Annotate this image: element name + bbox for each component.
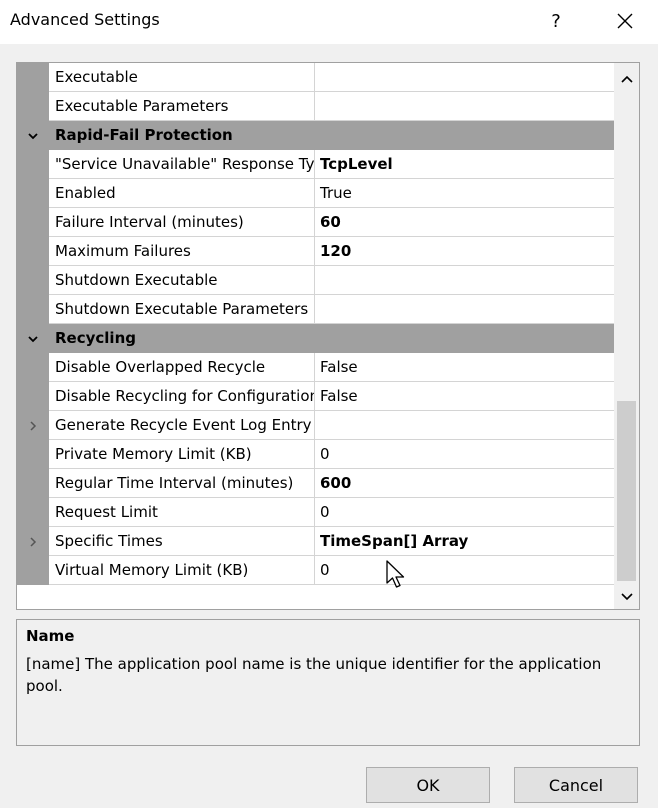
scroll-down-button[interactable] [614,584,639,609]
description-title: Name [26,627,75,645]
property-row[interactable]: Specific Times TimeSpan[] Array [17,527,614,556]
property-row[interactable]: Enabled True [17,179,614,208]
row-gutter [17,498,49,527]
property-row[interactable]: Shutdown Executable [17,266,614,295]
row-gutter [17,382,49,411]
ok-button[interactable]: OK [366,767,490,803]
property-value[interactable] [315,266,614,295]
category-expander[interactable] [17,324,49,353]
row-gutter [17,63,49,92]
property-row[interactable]: Executable [17,63,614,92]
property-name[interactable]: Executable [49,63,315,92]
chevron-down-icon [28,132,38,139]
property-row[interactable]: Generate Recycle Event Log Entry [17,411,614,440]
property-name[interactable]: Specific Times [49,527,315,556]
category-label: Rapid-Fail Protection [55,126,233,144]
property-value[interactable]: 120 [315,237,614,266]
property-grid: Executable Executable Parameters Rapid-Fai… [16,62,640,610]
property-name[interactable]: Request Limit [49,498,315,527]
property-value[interactable] [315,92,614,121]
mouse-cursor-icon [386,560,405,588]
close-icon [617,13,633,29]
chevron-right-icon [30,420,37,431]
row-gutter [17,440,49,469]
property-name[interactable]: Shutdown Executable Parameters [49,295,315,324]
property-name[interactable]: Enabled [49,179,315,208]
category-row[interactable]: Recycling [17,324,614,353]
property-name[interactable]: Shutdown Executable [49,266,315,295]
help-button[interactable]: ? [538,4,574,38]
category-row[interactable]: Rapid-Fail Protection [17,121,614,150]
property-row[interactable]: "Service Unavailable" Response Type TcpLe… [17,150,614,179]
property-value[interactable]: 600 [315,469,614,498]
property-row[interactable]: Regular Time Interval (minutes) 600 [17,469,614,498]
property-row[interactable]: Disable Recycling for Configuration Chan… [17,382,614,411]
window-title: Advanced Settings [10,10,160,29]
property-name[interactable]: "Service Unavailable" Response Type [49,150,315,179]
property-expander[interactable] [17,411,49,440]
property-grid-rows: Executable Executable Parameters Rapid-Fai… [17,63,614,585]
property-grid-empty-area [17,585,614,609]
property-value[interactable]: TimeSpan[] Array [315,527,614,556]
property-name[interactable]: Executable Parameters [49,92,315,121]
property-row[interactable]: Failure Interval (minutes) 60 [17,208,614,237]
category-expander[interactable] [17,121,49,150]
property-value[interactable] [315,411,614,440]
row-gutter [17,353,49,382]
property-row[interactable]: Request Limit 0 [17,498,614,527]
property-row[interactable]: Disable Overlapped Recycle False [17,353,614,382]
property-value[interactable]: 0 [315,498,614,527]
property-name[interactable]: Disable Overlapped Recycle [49,353,315,382]
row-gutter [17,266,49,295]
chevron-down-icon [620,592,633,600]
property-value[interactable]: TcpLevel [315,150,614,179]
scroll-thumb[interactable] [617,401,636,581]
property-expander[interactable] [17,527,49,556]
chevron-right-icon [30,536,37,547]
vertical-scrollbar[interactable] [614,63,639,609]
scroll-up-button[interactable] [614,66,639,91]
row-gutter [17,179,49,208]
cancel-button[interactable]: Cancel [514,767,638,803]
property-value[interactable] [315,295,614,324]
row-gutter [17,208,49,237]
row-gutter [17,237,49,266]
property-row[interactable]: Maximum Failures 120 [17,237,614,266]
category-label: Recycling [55,329,136,347]
description-panel: Name [name] The application pool name is… [16,619,640,746]
row-gutter [17,469,49,498]
close-button[interactable] [605,4,645,38]
property-name[interactable]: Disable Recycling for Configuration Chan… [49,382,315,411]
property-row[interactable]: Shutdown Executable Parameters [17,295,614,324]
row-gutter [17,556,49,585]
property-row[interactable]: Virtual Memory Limit (KB) 0 [17,556,614,585]
property-name[interactable]: Private Memory Limit (KB) [49,440,315,469]
chevron-down-icon [28,335,38,342]
row-gutter [17,150,49,179]
row-gutter [17,295,49,324]
property-name[interactable]: Failure Interval (minutes) [49,208,315,237]
property-name[interactable]: Regular Time Interval (minutes) [49,469,315,498]
chevron-up-icon [620,75,633,83]
title-bar: Advanced Settings ? [0,0,658,44]
property-value[interactable]: 0 [315,440,614,469]
property-row[interactable]: Private Memory Limit (KB) 0 [17,440,614,469]
property-value[interactable]: True [315,179,614,208]
property-value[interactable] [315,63,614,92]
property-name[interactable]: Maximum Failures [49,237,315,266]
property-name[interactable]: Generate Recycle Event Log Entry [49,411,315,440]
property-value[interactable]: 0 [315,556,614,585]
property-name[interactable]: Virtual Memory Limit (KB) [49,556,315,585]
property-value[interactable]: False [315,382,614,411]
property-row[interactable]: Executable Parameters [17,92,614,121]
row-gutter [17,92,49,121]
property-value[interactable]: False [315,353,614,382]
description-text: [name] The application pool name is the … [26,655,602,695]
property-value[interactable]: 60 [315,208,614,237]
